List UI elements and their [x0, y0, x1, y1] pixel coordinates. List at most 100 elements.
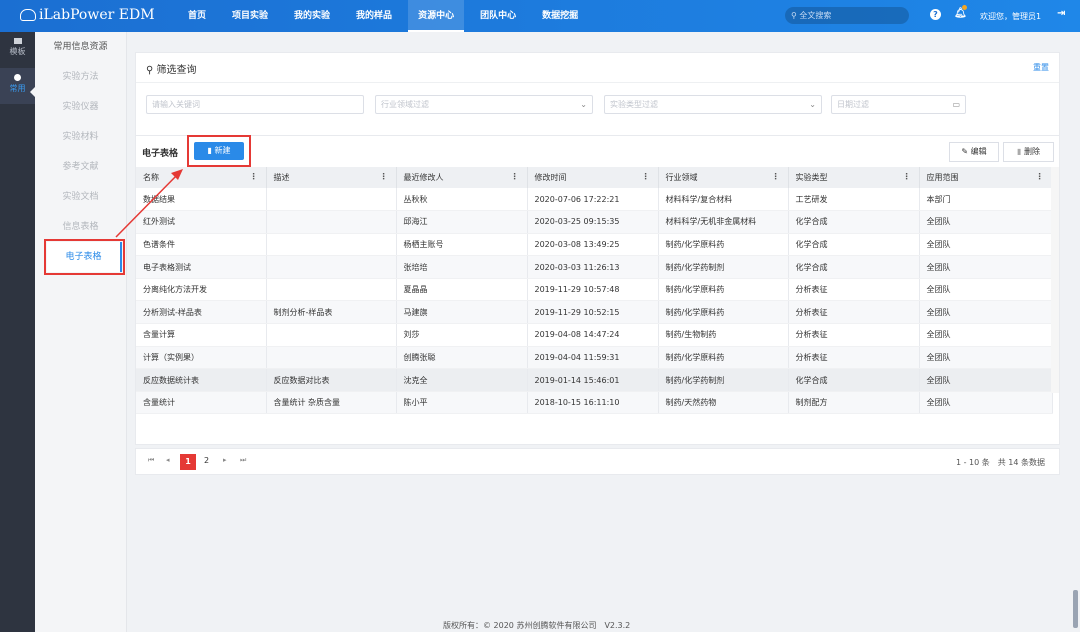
- experiment-type-select[interactable]: 实验类型过滤 ⌄: [604, 95, 822, 114]
- col-modified-time-header[interactable]: 修改时间 ⋮: [527, 167, 659, 188]
- welcome-text: 欢迎您，管理员1: [980, 12, 1042, 21]
- col-experiment-type-header[interactable]: 实验类型 ⋮: [788, 167, 920, 188]
- column-menu-icon[interactable]: ⋮: [511, 172, 519, 181]
- last-page-icon[interactable]: ⏭: [240, 456, 246, 465]
- sidebar-item-instruments[interactable]: 实验仪器: [35, 92, 126, 122]
- col-modifier-cell: 邱海江: [396, 210, 528, 234]
- nav-data-mining[interactable]: 数据挖掘: [532, 0, 588, 32]
- reset-button[interactable]: 重置: [1033, 62, 1049, 73]
- col-modifier-cell: 马建旗: [396, 300, 528, 325]
- col-modified-time-cell: 2020-03-25 09:15:35: [527, 210, 659, 234]
- app-logo[interactable]: iLabPower EDM: [20, 7, 155, 23]
- sidebar-item-references[interactable]: 参考文献: [35, 152, 126, 182]
- page-scrollbar[interactable]: [1073, 590, 1078, 628]
- table-row[interactable]: 分离纯化方法开发 夏晶晶 2019-11-29 10:57:48 制药/化学原料药 分析…: [136, 278, 1053, 302]
- date-placeholder: 日期过滤: [837, 100, 869, 109]
- nav-team-center[interactable]: 团队中心: [470, 0, 526, 32]
- template-icon: [13, 38, 22, 44]
- chevron-down-icon: ⌄: [580, 100, 587, 109]
- sidebar-item-spreadsheets[interactable]: 电子表格: [44, 239, 125, 275]
- sidebar-item-methods[interactable]: 实验方法: [35, 62, 126, 92]
- col-name-cell: 数据结果: [136, 188, 267, 212]
- col-industry-cell: 材料科学/无机非金属材料: [658, 210, 789, 234]
- nav-projects[interactable]: 项目实验: [222, 0, 278, 32]
- col-experiment-type-cell: 分析表征: [788, 300, 920, 325]
- keyword-input[interactable]: 请输入关键词: [146, 95, 364, 114]
- nav-my-samples[interactable]: 我的样品: [346, 0, 402, 32]
- table-row[interactable]: 色谱条件 杨栖主账号 2020-03-08 13:49:25 制药/化学原料药 化学合成…: [136, 233, 1053, 257]
- page-2[interactable]: 2: [204, 456, 209, 465]
- column-menu-icon[interactable]: ⋮: [642, 172, 650, 181]
- col-modified-time-cell: 2019-04-08 14:47:24: [527, 323, 659, 347]
- first-page-icon[interactable]: ⏮: [148, 456, 154, 465]
- rail-label: 模板: [9, 47, 26, 56]
- col-description-header[interactable]: 描述 ⋮: [266, 167, 397, 188]
- table-row[interactable]: 计算（实例果） 创腾张聪 2019-04-04 11:59:31 制药/化学原料药 分析…: [136, 346, 1053, 370]
- col-modifier-cell: 丛秋秋: [396, 188, 528, 212]
- sidebar-title: 常用信息资源: [53, 42, 108, 52]
- date-filter-input[interactable]: 日期过滤 ▭: [831, 95, 966, 114]
- prev-page-icon[interactable]: ◂: [166, 456, 170, 464]
- help-icon[interactable]: ?: [930, 9, 941, 20]
- table-row[interactable]: 电子表格测试 张培培 2020-03-03 11:26:13 制药/化学药制剂 化学合成…: [136, 255, 1053, 279]
- col-name-cell: 含量统计: [136, 391, 267, 415]
- cloud-icon: [20, 9, 36, 21]
- new-button-highlight: ▮ 新建: [187, 135, 251, 167]
- next-page-icon[interactable]: ▸: [223, 456, 227, 464]
- column-menu-icon[interactable]: ⋮: [250, 172, 258, 181]
- sidebar-item-documents[interactable]: 实验文档: [35, 182, 126, 212]
- nav-resource-center[interactable]: 资源中心: [408, 0, 465, 32]
- col-description-cell: [266, 346, 397, 370]
- col-name-header[interactable]: 名称 ⋮: [136, 167, 267, 188]
- col-industry-header[interactable]: 行业领域 ⋮: [658, 167, 789, 188]
- col-scope-header[interactable]: 应用范围 ⋮: [919, 167, 1053, 188]
- file-icon: ▮: [207, 146, 212, 155]
- col-scope-cell: 全团队: [919, 346, 1053, 370]
- footer-copyright: 版权所有：© 2020 苏州创腾软件有限公司 V2.3.2: [443, 621, 631, 630]
- search-icon: ⚲: [791, 11, 797, 20]
- sidebar-item-info-tables[interactable]: 信息表格: [35, 212, 126, 242]
- col-experiment-type-cell: 化学合成: [788, 233, 920, 257]
- table-row[interactable]: 含量统计 含量统计 杂质含量 陈小平 2018-10-15 16:11:10 制药/天然…: [136, 391, 1053, 415]
- col-modified-time-cell: 2019-04-04 11:59:31: [527, 346, 659, 370]
- table-row[interactable]: 分析测试-样品表 制剂分析-样品表 马建旗 2019-11-29 10:52:15 制药…: [136, 300, 1053, 325]
- nav-home[interactable]: 首页: [178, 0, 216, 32]
- column-menu-icon[interactable]: ⋮: [380, 172, 388, 181]
- search-icon: ⚲: [146, 65, 154, 76]
- column-menu-icon[interactable]: ⋮: [772, 172, 780, 181]
- nav-my-experiments[interactable]: 我的实验: [284, 0, 340, 32]
- table-header-row: 名称 ⋮ 描述 ⋮ 最近修改人 ⋮ 修改时间 ⋮ 行业领域 ⋮ 实验类型 ⋮ 应用范围 ⋮: [136, 167, 1053, 188]
- column-menu-icon[interactable]: ⋮: [1036, 172, 1044, 181]
- divider: [136, 82, 1059, 83]
- col-modified-time-cell: 2020-03-03 11:26:13: [527, 255, 659, 279]
- column-header-label: 名称: [143, 173, 159, 182]
- chevron-down-icon: ⌄: [809, 100, 816, 109]
- col-modifier-cell: 陈小平: [396, 391, 528, 415]
- rail-item-common[interactable]: 常用: [0, 68, 35, 104]
- page-1[interactable]: 1: [180, 454, 196, 470]
- delete-button[interactable]: ▮ 删除: [1003, 142, 1054, 162]
- table-row[interactable]: 红外测试 邱海江 2020-03-25 09:15:35 材料科学/无机非金属材料 化学…: [136, 210, 1053, 234]
- logout-icon[interactable]: ⇥: [1057, 8, 1065, 19]
- table-row[interactable]: 数据结果 丛秋秋 2020-07-06 17:22:21 材料科学/复合材料 工艺研发本…: [136, 188, 1053, 212]
- new-button[interactable]: ▮ 新建: [194, 142, 244, 160]
- table-row[interactable]: 反应数据统计表 反应数据对比表 沈克全 2019-01-14 15:46:01 制药/化…: [136, 368, 1053, 392]
- table-row[interactable]: 含量计算 刘莎 2019-04-08 14:47:24 制药/生物制药 分析表征 全团队: [136, 323, 1053, 347]
- pagination-info: 1 - 10 条 共 14 条数据: [955, 458, 1045, 467]
- col-industry-cell: 制药/化学原料药: [658, 346, 789, 370]
- col-name-cell: 分离纯化方法开发: [136, 278, 267, 302]
- table-body: 数据结果 丛秋秋 2020-07-06 17:22:21 材料科学/复合材料 工艺研发本…: [136, 188, 1053, 415]
- column-header-label: 应用范围: [926, 173, 959, 182]
- col-modifier-header[interactable]: 最近修改人 ⋮: [396, 167, 528, 188]
- global-search-input[interactable]: ⚲ 全文搜索: [785, 7, 909, 24]
- main-nav: 首页 项目实验 我的实验 我的样品 资源中心 团队中心 数据挖掘: [178, 0, 594, 32]
- col-description-cell: [266, 278, 397, 302]
- edit-button[interactable]: ✎ 编辑: [949, 142, 999, 162]
- industry-select[interactable]: 行业领域过滤 ⌄: [375, 95, 593, 114]
- column-menu-icon[interactable]: ⋮: [903, 172, 911, 181]
- sidebar-item-materials[interactable]: 实验材料: [35, 122, 126, 152]
- col-scope-cell: 全团队: [919, 278, 1053, 302]
- rail-item-templates[interactable]: 模板: [0, 32, 35, 68]
- industry-placeholder: 行业领域过滤: [381, 100, 429, 109]
- table-scrollbar[interactable]: [1051, 167, 1059, 393]
